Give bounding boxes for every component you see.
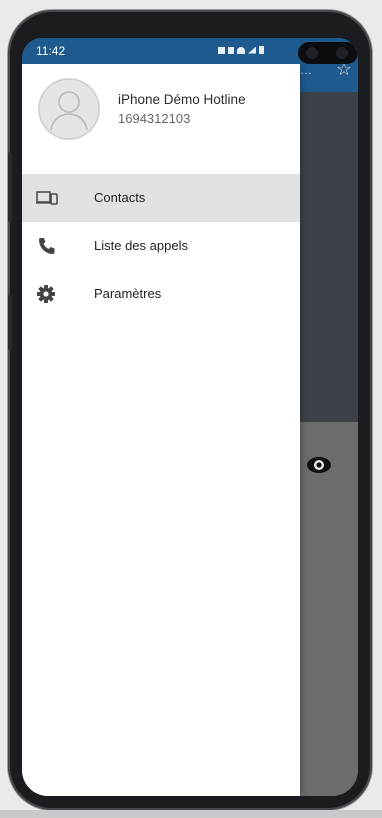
gear-icon <box>37 285 55 303</box>
drawer-item-label: Liste des appels <box>94 238 188 253</box>
user-name: iPhone Démo Hotline <box>118 92 246 107</box>
status-icons <box>218 46 264 54</box>
drawer-item-contacts[interactable]: Contacts <box>22 174 300 222</box>
power-button <box>8 295 12 350</box>
drawer-item-label: Paramètres <box>94 286 162 301</box>
wifi-icon <box>237 46 245 54</box>
drawer-item-settings[interactable]: Paramètres <box>22 270 300 318</box>
signal-icon <box>248 46 256 54</box>
phone-icon <box>39 238 55 254</box>
battery-icon <box>259 46 264 54</box>
phone-screen: … ☆ 11:42 iPhone Démo Hotline 1694312103… <box>22 38 358 796</box>
bottom-edge <box>0 810 382 818</box>
drawer-header: iPhone Démo Hotline 1694312103 <box>22 64 300 174</box>
drawer-item-call-list[interactable]: Liste des appels <box>22 222 300 270</box>
overflow-icon[interactable]: … <box>300 64 312 76</box>
eye-icon[interactable] <box>306 456 332 474</box>
front-camera <box>298 42 358 64</box>
drawer-menu: Contacts Liste des appels Paramètres <box>22 174 300 318</box>
person-icon <box>38 78 100 140</box>
notification-icon <box>218 46 225 54</box>
status-time: 11:42 <box>36 44 66 58</box>
mute-icon <box>228 46 234 54</box>
navigation-drawer: iPhone Démo Hotline 1694312103 Contacts <box>22 64 300 796</box>
avatar[interactable] <box>38 78 100 140</box>
drawer-item-label: Contacts <box>94 190 146 205</box>
volume-button <box>8 152 12 222</box>
devices-icon <box>36 191 58 205</box>
device-stage: … ☆ 11:42 iPhone Démo Hotline 1694312103… <box>0 0 382 818</box>
user-number: 1694312103 <box>118 111 191 126</box>
